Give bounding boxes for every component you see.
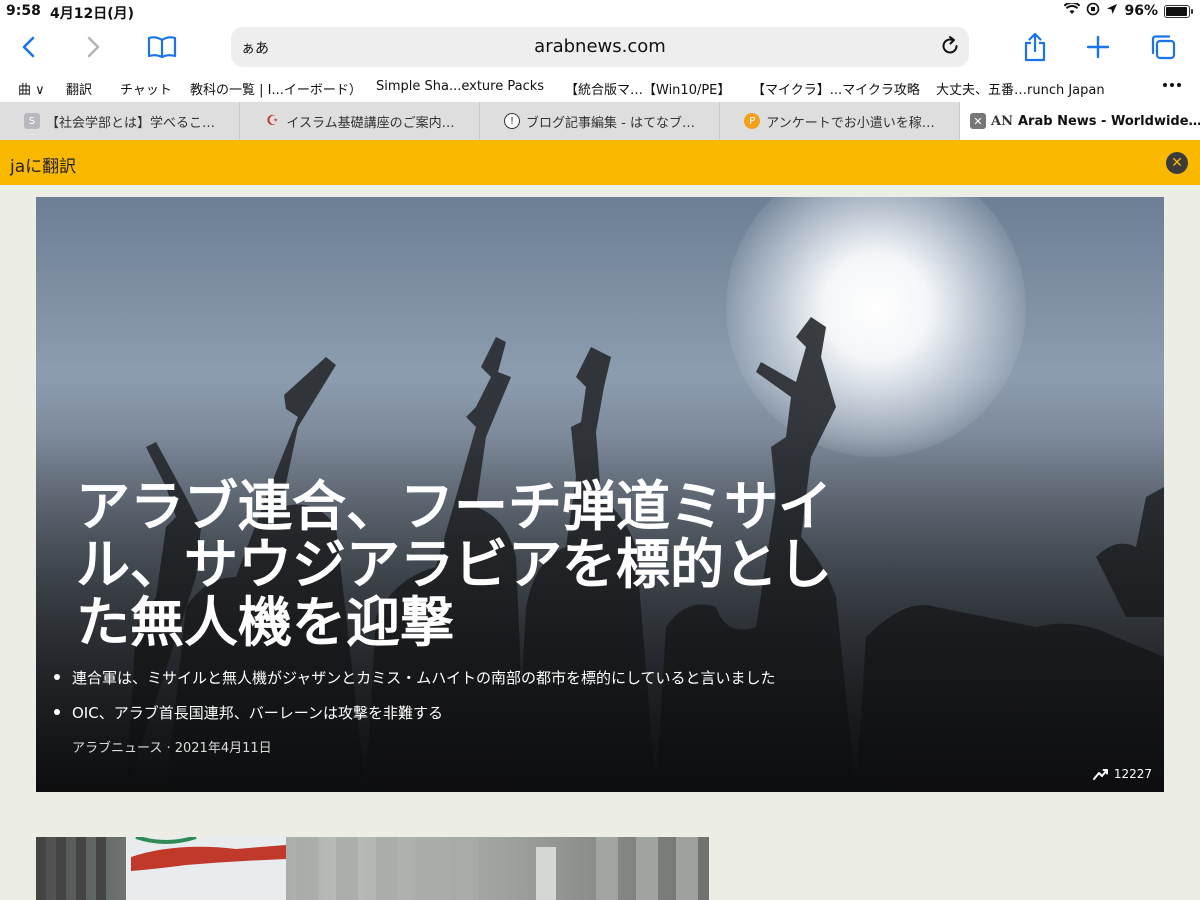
- tab-title: ブログ記事編集 - はてなブ…: [526, 115, 695, 131]
- tab-title: イスラム基礎講座のご案内…: [286, 115, 455, 131]
- crescent-favicon-icon: ☪: [266, 113, 279, 129]
- view-count-value: 12227: [1113, 767, 1152, 781]
- trending-icon: [1092, 769, 1108, 780]
- bookmark-item[interactable]: Simple Sha...exture Packs: [376, 79, 544, 94]
- wifi-icon: [1064, 1, 1081, 19]
- article-byline: アラブニュース · 2021年4月11日: [72, 741, 272, 756]
- forward-button[interactable]: [76, 30, 110, 64]
- status-bar: 9:58 4月12日(月) 96%: [0, 0, 1200, 22]
- reload-button[interactable]: [939, 35, 961, 61]
- browser-toolbar: ぁあ arabnews.com: [0, 22, 1200, 72]
- address-bar[interactable]: ぁあ arabnews.com: [231, 27, 969, 67]
- bookmark-item[interactable]: 大丈夫、五番…runch Japan: [936, 79, 1105, 98]
- battery-icon: [1164, 4, 1193, 18]
- hero-article[interactable]: アラブ連合、フーチ弾道ミサイル、サウジアラビアを標的とした無人機を迎撃 連合軍は…: [36, 197, 1164, 792]
- bookmark-item[interactable]: チャット: [120, 79, 172, 98]
- bookmark-item[interactable]: 曲 ∨: [18, 79, 45, 98]
- article-summary-list: 連合軍は、ミサイルと無人機がジャザンとカミス・ムハイトの南部の都市を標的にしてい…: [52, 667, 776, 737]
- battery-percent: 96%: [1124, 3, 1158, 19]
- view-count: 12227: [1092, 767, 1152, 781]
- ellipsis-icon: [1163, 83, 1181, 87]
- back-button[interactable]: [12, 30, 46, 64]
- book-icon: [147, 36, 177, 59]
- tabs-icon: [1151, 35, 1176, 60]
- summary-bullet: 連合軍は、ミサイルと無人機がジャザンとカミス・ムハイトの南部の都市を標的にしてい…: [52, 667, 776, 688]
- url-text[interactable]: arabnews.com: [231, 36, 969, 57]
- close-icon: ✕: [1171, 155, 1183, 171]
- browser-tab-active[interactable]: ✕ AN Arab News - Worldwide…: [960, 102, 1200, 140]
- plus-icon: [1086, 35, 1110, 59]
- location-icon: [1106, 3, 1118, 19]
- status-date: 4月12日(月): [50, 6, 135, 22]
- bookmarks-bar: 曲 ∨ 翻訳 チャット 教科の一覧 | I...イーボード） Simple Sh…: [0, 72, 1200, 102]
- reload-icon: [942, 36, 958, 54]
- bookmarks-button[interactable]: [145, 30, 179, 64]
- hatena-favicon-icon: !: [504, 113, 521, 129]
- chevron-right-icon: [87, 36, 100, 58]
- bookmark-item[interactable]: 【マイクラ】...マイクラ攻略: [752, 79, 920, 98]
- sociology-favicon-icon: S: [23, 113, 40, 129]
- secondary-article-image[interactable]: [36, 837, 709, 900]
- tab-title: Arab News - Worldwide…: [1018, 113, 1200, 129]
- close-tab-button[interactable]: ✕: [970, 113, 986, 129]
- share-icon: [1024, 32, 1046, 62]
- browser-tab[interactable]: S 【社会学部とは】学べるこ…: [0, 102, 240, 140]
- new-tab-button[interactable]: [1081, 30, 1115, 64]
- status-indicators: 96%: [1064, 1, 1193, 20]
- points-favicon-icon: P: [744, 113, 761, 129]
- orientation-lock-icon: [1086, 2, 1100, 20]
- browser-tab[interactable]: ! ブログ記事編集 - はてなブ…: [480, 102, 720, 140]
- tab-overview-button[interactable]: [1146, 30, 1180, 64]
- tab-title: アンケートでお小遣いを稼…: [766, 115, 935, 131]
- summary-bullet: OIC、アラブ首長国連邦、バーレーンは攻撃を非難する: [52, 702, 776, 723]
- close-translate-button[interactable]: ✕: [1166, 152, 1188, 174]
- share-button[interactable]: [1018, 30, 1052, 64]
- article-headline[interactable]: アラブ連合、フーチ弾道ミサイル、サウジアラビアを標的とした無人機を迎撃: [76, 477, 836, 651]
- tab-title: 【社会学部とは】学べるこ…: [45, 115, 215, 131]
- tab-bar: S 【社会学部とは】学べるこ… ☪ イスラム基礎講座のご案内… ! ブログ記事編…: [0, 102, 1200, 140]
- bookmark-item[interactable]: 教科の一覧 | I...イーボード）: [190, 79, 362, 98]
- status-time: 9:58: [6, 3, 41, 19]
- translate-banner[interactable]: jaに翻訳 ✕: [0, 140, 1200, 185]
- arabnews-favicon-icon: AN: [991, 113, 1013, 129]
- centrifuge-photo: [36, 837, 698, 900]
- bookmark-item[interactable]: 【統合版マ…【Win10/PE】: [565, 79, 730, 98]
- chevron-left-icon: [22, 36, 35, 58]
- bookmark-item[interactable]: 翻訳: [66, 79, 92, 98]
- more-bookmarks-button[interactable]: [1162, 75, 1182, 100]
- translate-label[interactable]: jaに翻訳: [10, 152, 76, 177]
- browser-tab[interactable]: P アンケートでお小遣いを稼…: [720, 102, 960, 140]
- browser-tab[interactable]: ☪ イスラム基礎講座のご案内…: [240, 102, 480, 140]
